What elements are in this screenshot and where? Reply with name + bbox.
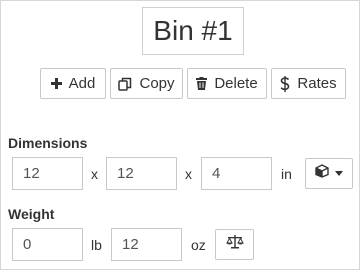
pound-unit: lb [91,237,102,253]
copy-icon [118,77,132,91]
chevron-down-icon [335,171,343,176]
delete-button-label: Delete [214,75,258,92]
bin-panel: Bin #1 Add Copy Delete Rates Dimensions … [0,0,360,270]
dimensions-label: Dimensions [8,135,88,151]
ounces-input[interactable]: 12 [111,228,182,261]
pounds-input[interactable]: 0 [12,228,83,261]
bin-title: Bin #1 [142,7,244,55]
copy-button[interactable]: Copy [110,68,183,99]
trash-icon [196,77,208,90]
add-button[interactable]: Add [40,68,106,99]
weight-label: Weight [8,206,55,222]
copy-button-label: Copy [139,75,175,92]
package-dropdown-button[interactable] [305,158,353,189]
dimension-separator: x [91,166,98,182]
plus-icon [50,78,62,89]
length-input[interactable]: 12 [12,157,83,190]
scale-icon [225,234,244,255]
dimension-unit: in [281,166,292,182]
dollar-icon [280,75,290,92]
dimension-separator: x [185,166,192,182]
box-icon [315,164,329,183]
add-button-label: Add [68,75,96,92]
scale-button[interactable] [215,229,254,260]
rates-button-label: Rates [297,75,337,92]
height-input[interactable]: 4 [201,157,272,190]
rates-button[interactable]: Rates [271,68,346,99]
ounce-unit: oz [191,237,206,253]
width-input[interactable]: 12 [106,157,177,190]
delete-button[interactable]: Delete [187,68,267,99]
